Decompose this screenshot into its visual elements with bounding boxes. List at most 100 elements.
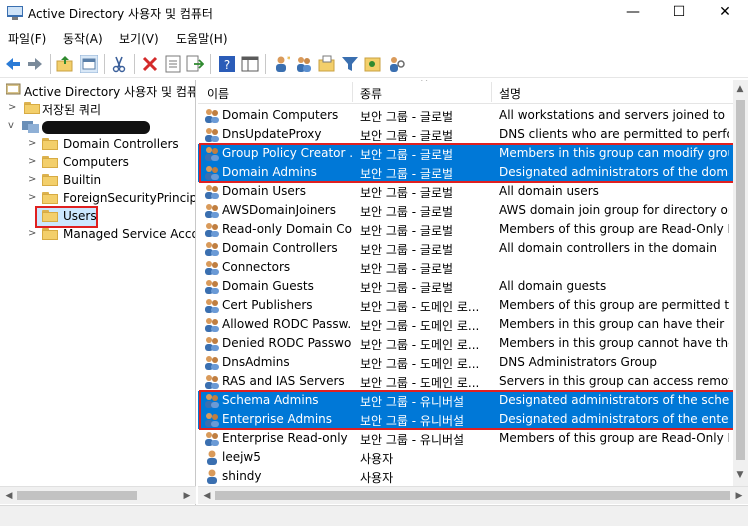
table-row[interactable]: Read-only Domain Co... 보안 그룹 - 글로벌 Members… xyxy=(198,220,733,239)
table-row[interactable]: Cert Publishers 보안 그룹 - 도메인 로... Members o… xyxy=(198,296,733,315)
row-type: 사용자 xyxy=(360,452,394,466)
group-icon xyxy=(204,260,220,275)
chevron-right-icon[interactable]: > xyxy=(28,191,38,205)
delete-icon[interactable] xyxy=(141,55,159,73)
show-tree-icon[interactable] xyxy=(80,55,98,73)
properties-icon[interactable] xyxy=(164,55,182,73)
chevron-down-icon[interactable]: v xyxy=(8,119,18,133)
row-type: 보안 그룹 - 글로벌 xyxy=(360,148,454,162)
close-button[interactable]: ✕ xyxy=(702,0,748,27)
scroll-right-icon[interactable]: ▶ xyxy=(732,489,746,503)
row-description: All domain guests xyxy=(499,279,607,293)
group-icon xyxy=(204,393,220,408)
row-description: Designated administrators of the schema xyxy=(499,393,729,407)
domain-icon xyxy=(22,121,39,133)
folder-icon xyxy=(42,228,58,240)
table-row[interactable]: Denied RODC Passwo... 보안 그룹 - 도메인 로... Mem… xyxy=(198,334,733,353)
delegate-control-icon[interactable] xyxy=(387,55,405,73)
row-name: Allowed RODC Passw... xyxy=(222,317,352,331)
table-row[interactable]: AWSDomainJoiners 보안 그룹 - 글로벌 AWS domain jo… xyxy=(198,201,733,220)
table-row[interactable]: leejw5 사용자 xyxy=(198,448,733,467)
new-ou-icon[interactable] xyxy=(318,55,336,73)
tree-item-domain-controllers[interactable]: > Domain Controllers xyxy=(24,136,194,154)
table-row[interactable]: Connectors 보안 그룹 - 글로벌 xyxy=(198,258,733,277)
table-row[interactable]: Enterprise Read-only ... 보안 그룹 - 유니버설 Memb… xyxy=(198,429,733,448)
table-row[interactable]: Schema Admins 보안 그룹 - 유니버설 Designated admi… xyxy=(198,391,733,410)
scroll-left-icon[interactable]: ◀ xyxy=(2,489,16,503)
row-type: 보안 그룹 - 글로벌 xyxy=(360,262,454,276)
console-view-icon[interactable] xyxy=(241,55,259,73)
scroll-thumb[interactable] xyxy=(17,491,137,500)
list-horizontal-scrollbar[interactable]: ◀ ▶ xyxy=(198,486,748,504)
row-type: 보안 그룹 - 글로벌 xyxy=(360,110,454,124)
tree-root[interactable]: Active Directory 사용자 및 컴퓨터 xyxy=(4,82,195,100)
row-name: Denied RODC Passwo... xyxy=(222,336,352,350)
column-header-type[interactable]: 종류 xyxy=(360,85,382,102)
svg-text:?: ? xyxy=(224,58,230,72)
row-name: DnsUpdateProxy xyxy=(222,127,322,141)
column-divider[interactable] xyxy=(491,82,492,102)
scroll-down-icon[interactable]: ▼ xyxy=(733,468,747,482)
table-row[interactable]: RAS and IAS Servers 보안 그룹 - 도메인 로... Serve… xyxy=(198,372,733,391)
table-row[interactable]: shindy 사용자 xyxy=(198,467,733,486)
menu-view[interactable]: 보기(V) xyxy=(119,30,159,47)
table-row[interactable]: Allowed RODC Passw... 보안 그룹 - 도메인 로... Mem… xyxy=(198,315,733,334)
group-icon xyxy=(204,431,220,446)
chevron-right-icon[interactable]: > xyxy=(8,101,18,115)
group-icon xyxy=(204,317,220,332)
menu-file[interactable]: 파일(F) xyxy=(8,30,46,47)
table-row[interactable]: DnsUpdateProxy 보안 그룹 - 글로벌 DNS clients who… xyxy=(198,125,733,144)
help-icon[interactable]: ? xyxy=(218,55,236,73)
table-row[interactable]: Domain Users 보안 그룹 - 글로벌 All domain users xyxy=(198,182,733,201)
export-list-icon[interactable] xyxy=(186,55,204,73)
tree-item-domain[interactable]: v xyxy=(4,118,194,136)
new-group-icon[interactable] xyxy=(295,55,313,73)
group-icon xyxy=(204,184,220,199)
row-type: 보안 그룹 - 글로벌 xyxy=(360,129,454,143)
scroll-left-icon[interactable]: ◀ xyxy=(200,489,214,503)
scroll-thumb[interactable] xyxy=(215,491,730,500)
minimize-button[interactable]: — xyxy=(610,0,656,27)
column-divider[interactable] xyxy=(352,82,353,102)
row-type: 보안 그룹 - 유니버설 xyxy=(360,395,465,409)
chevron-right-icon[interactable]: > xyxy=(28,137,38,151)
row-type: 보안 그룹 - 도메인 로... xyxy=(360,300,480,314)
tree-horizontal-scrollbar[interactable]: ◀ ▶ xyxy=(0,486,196,504)
menu-help[interactable]: 도움말(H) xyxy=(176,30,228,47)
back-arrow-icon[interactable] xyxy=(4,55,22,73)
column-header-name[interactable]: 이름 xyxy=(207,85,229,102)
chevron-right-icon[interactable]: > xyxy=(28,227,38,241)
forward-arrow-icon[interactable] xyxy=(26,55,44,73)
maximize-button[interactable]: ☐ xyxy=(656,0,702,27)
folder-icon xyxy=(42,210,58,222)
row-description: Designated administrators of the enterpr… xyxy=(499,412,729,426)
row-description: Designated administrators of the domain xyxy=(499,165,729,179)
filter-icon[interactable] xyxy=(341,55,359,73)
sort-ascending-icon: ^ xyxy=(420,80,429,88)
chevron-right-icon[interactable]: > xyxy=(28,155,38,169)
tree-item-builtin[interactable]: > Builtin xyxy=(24,172,194,190)
scroll-thumb[interactable] xyxy=(736,100,745,460)
scroll-right-icon[interactable]: ▶ xyxy=(180,489,194,503)
table-row[interactable]: Enterprise Admins 보안 그룹 - 유니버설 Designated … xyxy=(198,410,733,429)
row-description: DNS clients who are permitted to perfor.… xyxy=(499,127,729,141)
cut-icon[interactable] xyxy=(110,55,128,73)
tree-item-saved-queries[interactable]: > 저장된 쿼리 xyxy=(4,100,194,118)
table-row[interactable]: Domain Computers 보안 그룹 - 글로벌 All workstati… xyxy=(198,106,733,125)
up-folder-icon[interactable] xyxy=(56,55,74,73)
list-vertical-scrollbar[interactable]: ▲ ▼ xyxy=(733,80,748,486)
scroll-up-icon[interactable]: ▲ xyxy=(733,82,747,96)
column-header-description[interactable]: 설명 xyxy=(499,85,521,102)
table-row[interactable]: Domain Controllers 보안 그룹 - 글로벌 All domain … xyxy=(198,239,733,258)
table-row[interactable]: Domain Admins 보안 그룹 - 글로벌 Designated admin… xyxy=(198,163,733,182)
table-row[interactable]: DnsAdmins 보안 그룹 - 도메인 로... DNS Administrat… xyxy=(198,353,733,372)
menu-action[interactable]: 동작(A) xyxy=(63,30,103,47)
table-row[interactable]: Domain Guests 보안 그룹 - 글로벌 All domain guest… xyxy=(198,277,733,296)
new-user-icon[interactable]: * xyxy=(272,55,290,73)
add-to-group-icon[interactable] xyxy=(364,55,382,73)
tree-item-users[interactable]: Users xyxy=(24,208,194,226)
tree-item-computers[interactable]: > Computers xyxy=(24,154,194,172)
table-row[interactable]: Group Policy Creator ... 보안 그룹 - 글로벌 Membe… xyxy=(198,144,733,163)
chevron-right-icon[interactable]: > xyxy=(28,173,38,187)
tree-item-managed-service[interactable]: > Managed Service Accou xyxy=(24,226,195,244)
